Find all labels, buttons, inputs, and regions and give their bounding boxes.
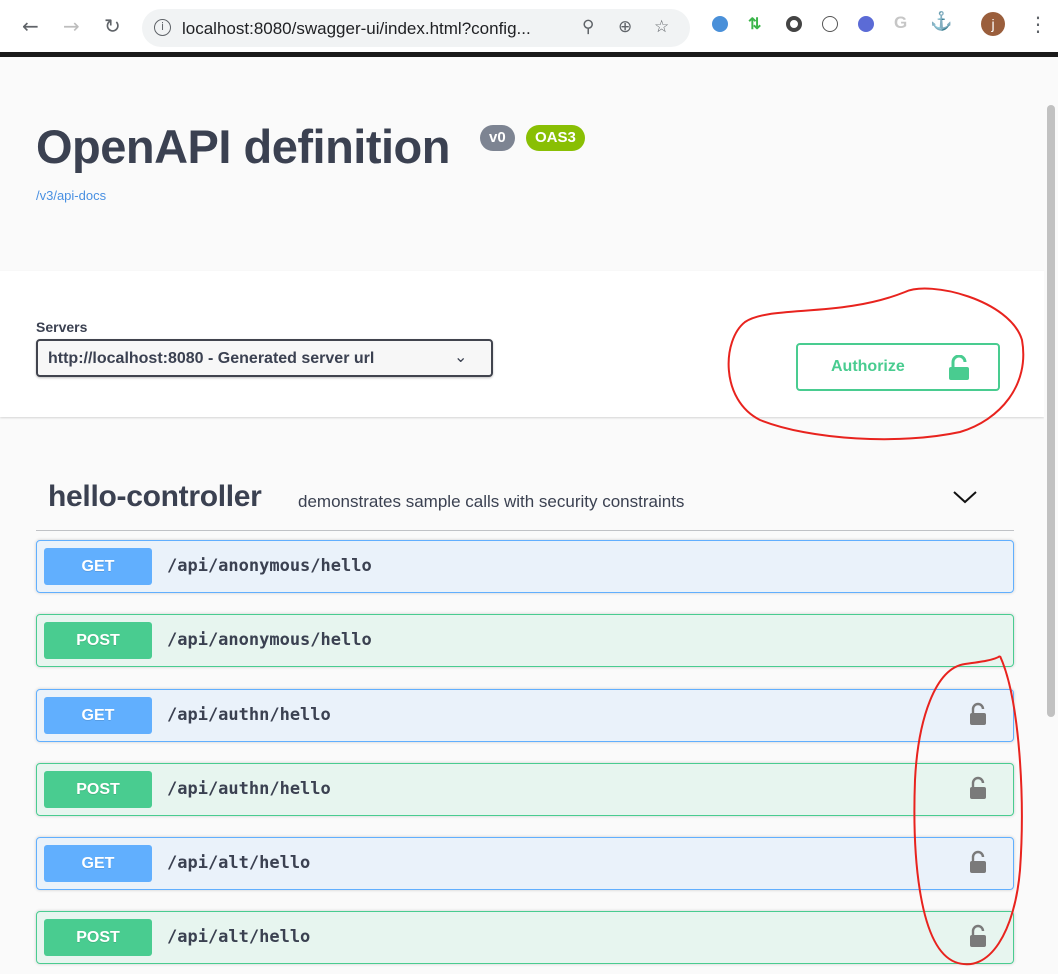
tag-header[interactable]: hello-controller demonstrates sample cal…	[36, 469, 1014, 531]
puzzle-icon[interactable]: ⚓	[930, 11, 952, 31]
extension-check-icon[interactable]	[858, 16, 874, 32]
version-badge: v0	[480, 125, 515, 151]
operation-path: /api/authn/hello	[167, 779, 331, 799]
tag-name: hello-controller	[48, 480, 262, 513]
api-docs-link[interactable]: /v3/api-docs	[36, 188, 106, 203]
operation-get-alt-hello[interactable]: GET /api/alt/hello	[36, 837, 1014, 890]
scrollbar[interactable]	[1044, 57, 1058, 974]
unlock-icon[interactable]	[969, 850, 987, 874]
unlock-icon[interactable]	[969, 924, 987, 948]
info-icon[interactable]: i	[154, 19, 171, 36]
operation-path: /api/anonymous/hello	[167, 556, 372, 576]
extension-circle-icon[interactable]	[786, 16, 802, 32]
extension-google-icon[interactable]: G	[894, 13, 910, 32]
extension-code-icon[interactable]	[822, 16, 838, 32]
chevron-down-icon: ⌄	[454, 347, 468, 366]
method-badge: POST	[44, 919, 152, 956]
authorize-label: Authorize	[831, 358, 905, 375]
servers-select-value: http://localhost:8080 - Generated server…	[48, 350, 375, 367]
chevron-down-icon[interactable]	[952, 487, 978, 507]
operation-get-anonymous-hello[interactable]: GET /api/anonymous/hello	[36, 540, 1014, 593]
scrollbar-thumb[interactable]	[1047, 105, 1055, 717]
star-icon[interactable]: ☆	[654, 17, 669, 37]
extension-swirl-icon[interactable]	[712, 16, 728, 32]
url-text[interactable]: localhost:8080/swagger-ui/index.html?con…	[182, 19, 531, 39]
servers-label: Servers	[36, 319, 88, 335]
servers-select[interactable]: http://localhost:8080 - Generated server…	[36, 339, 493, 377]
reload-icon[interactable]: ↻	[104, 14, 121, 38]
tag-section: hello-controller demonstrates sample cal…	[0, 417, 1044, 974]
method-badge: GET	[44, 845, 152, 882]
extension-arrows-icon[interactable]: ⇅	[748, 14, 764, 33]
method-badge: POST	[44, 622, 152, 659]
method-badge: GET	[44, 697, 152, 734]
unlock-icon	[949, 355, 969, 380]
scheme-container: Servers http://localhost:8080 - Generate…	[0, 271, 1044, 417]
swagger-page: OpenAPI definition v0 OAS3 /v3/api-docs …	[0, 57, 1058, 974]
operation-post-authn-hello[interactable]: POST /api/authn/hello	[36, 763, 1014, 816]
kebab-menu-icon[interactable]: ⋮	[1028, 12, 1048, 36]
unlock-icon[interactable]	[969, 776, 987, 800]
operation-path: /api/alt/hello	[167, 853, 311, 873]
address-bar[interactable]: i localhost:8080/swagger-ui/index.html?c…	[142, 9, 690, 47]
operation-post-anonymous-hello[interactable]: POST /api/anonymous/hello	[36, 614, 1014, 667]
page-title: OpenAPI definition	[36, 120, 450, 173]
operation-get-authn-hello[interactable]: GET /api/authn/hello	[36, 689, 1014, 742]
info-section: OpenAPI definition v0 OAS3 /v3/api-docs	[0, 57, 1044, 271]
unlock-icon[interactable]	[969, 702, 987, 726]
method-badge: POST	[44, 771, 152, 808]
arrow-left-icon[interactable]: ←	[22, 14, 39, 38]
operation-path: /api/alt/hello	[167, 927, 311, 947]
zoom-icon[interactable]: ⊕	[618, 17, 632, 37]
authorize-button[interactable]: Authorize	[796, 343, 1000, 391]
browser-toolbar: ← → ↻ i localhost:8080/swagger-ui/index.…	[0, 0, 1058, 56]
operation-path: /api/authn/hello	[167, 705, 331, 725]
operation-post-alt-hello[interactable]: POST /api/alt/hello	[36, 911, 1014, 964]
arrow-right-icon[interactable]: →	[63, 14, 80, 38]
avatar[interactable]: j	[981, 12, 1005, 36]
operation-path: /api/anonymous/hello	[167, 630, 372, 650]
tag-description: demonstrates sample calls with security …	[298, 492, 685, 511]
oas-badge: OAS3	[526, 125, 585, 151]
key-icon[interactable]: ⚲	[582, 17, 594, 37]
method-badge: GET	[44, 548, 152, 585]
